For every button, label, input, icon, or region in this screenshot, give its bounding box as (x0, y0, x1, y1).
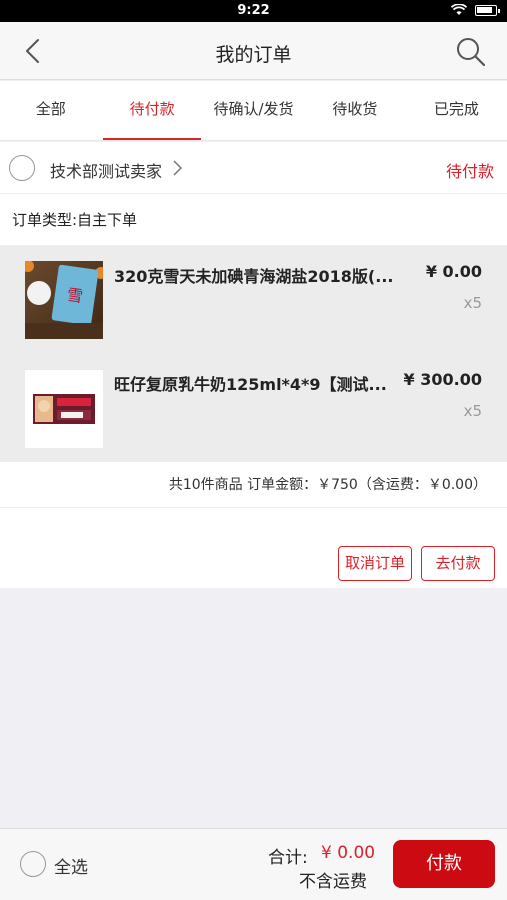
total-label: 合计: (268, 848, 308, 868)
product-quantity: x5 (463, 294, 482, 312)
tab-pending-shipment[interactable]: 待确认/发货 (203, 81, 304, 140)
order-tabs: 全部 待付款 待确认/发货 待收货 已完成 (0, 81, 507, 141)
shop-name[interactable]: 技术部测试卖家 (50, 158, 162, 182)
status-time: 9:22 (237, 3, 270, 18)
select-all-label[interactable]: 全选 (54, 853, 88, 878)
chevron-right-icon (173, 160, 183, 176)
page-title: 我的订单 (215, 44, 292, 66)
checkout-bar: 全选 合计: ¥ 0.00 不含运费 付款 (0, 828, 507, 900)
order-actions: 取消订单 去付款 (0, 508, 507, 588)
product-image-salt: 雪 (25, 261, 103, 339)
order-status: 待付款 (445, 162, 494, 181)
product-price: ¥ 0.00 (425, 262, 482, 281)
status-bar: 9:22 (0, 0, 507, 22)
list-item[interactable]: 雪 320克雪天未加碘青海湖盐2018版(... ¥ 0.00 x5 (0, 246, 507, 354)
wifi-icon (451, 4, 467, 15)
tab-completed[interactable]: 已完成 (406, 81, 507, 140)
order-summary: 共10件商品 订单金额：￥750（含运费：￥0.00） (0, 462, 507, 508)
list-item[interactable]: 旺仔复原乳牛奶125ml*4*9【测试... ¥ 300.00 x5 (0, 354, 507, 462)
order-type: 订单类型:自主下单 (0, 194, 507, 246)
product-quantity: x5 (463, 402, 482, 420)
cancel-order-button[interactable]: 取消订单 (338, 546, 412, 581)
tab-pending-payment[interactable]: 待付款 (101, 81, 202, 140)
select-all-radio[interactable] (20, 851, 46, 877)
product-name: 旺仔复原乳牛奶125ml*4*9【测试... (114, 375, 387, 394)
search-icon[interactable] (455, 36, 487, 68)
battery-icon (475, 4, 500, 16)
checkout-button[interactable]: 付款 (393, 840, 495, 888)
tab-all[interactable]: 全部 (0, 81, 101, 140)
goods-list: 雪 320克雪天未加碘青海湖盐2018版(... ¥ 0.00 x5 旺仔复原乳… (0, 246, 507, 462)
nav-bar: 我的订单 (0, 22, 507, 80)
shop-select-radio[interactable] (9, 155, 35, 181)
svg-text:雪: 雪 (66, 285, 85, 306)
product-price: ¥ 300.00 (403, 370, 482, 389)
product-image-milk (25, 370, 103, 448)
total-amount: ¥ 0.00 (321, 843, 376, 863)
order-card: 技术部测试卖家 待付款 订单类型:自主下单 雪 320克雪天未加碘青海湖盐201… (0, 142, 507, 588)
product-name: 320克雪天未加碘青海湖盐2018版(... (114, 267, 394, 286)
pay-order-button[interactable]: 去付款 (421, 546, 495, 581)
shop-row[interactable]: 技术部测试卖家 待付款 (0, 142, 507, 194)
tab-pending-receipt[interactable]: 待收货 (304, 81, 405, 140)
shipping-note: 不含运费 (299, 872, 367, 892)
